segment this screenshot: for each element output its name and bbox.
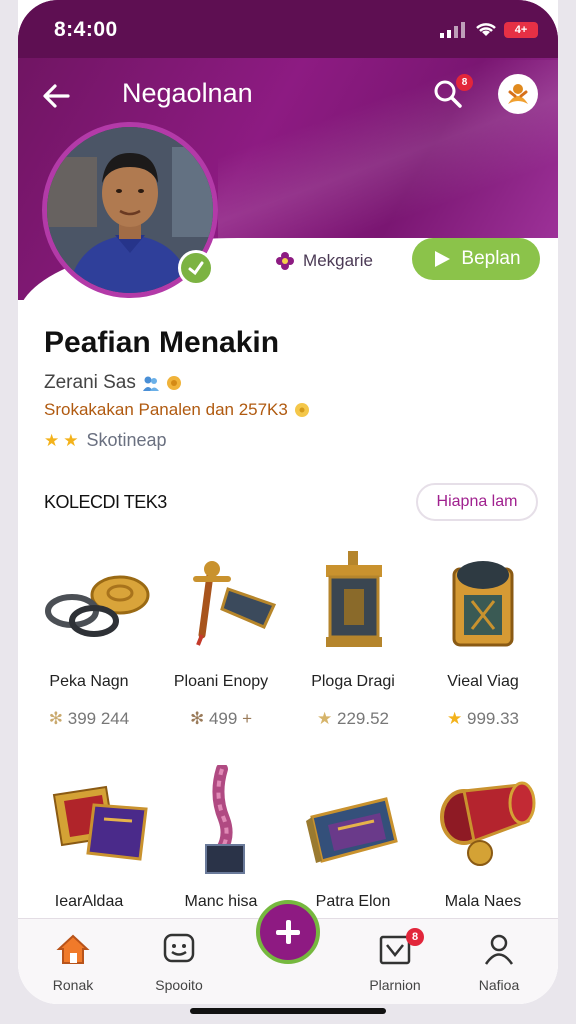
see-all-button[interactable]: Hiapna lam — [416, 483, 538, 521]
mascot-icon — [508, 84, 528, 104]
notification-badge: 8 — [456, 74, 473, 91]
trophy-icon — [205, 765, 245, 874]
profile-icon — [484, 934, 514, 965]
item-name: Ploani Enopy — [173, 673, 269, 690]
member-chip[interactable]: Mekgarie — [254, 242, 394, 280]
nav-item-label: Ronak — [52, 977, 94, 993]
item-name: Mala Naes — [444, 893, 522, 910]
back-arrow-icon[interactable] — [40, 80, 72, 112]
item-name: Vieal Viag — [447, 673, 519, 690]
profile-tagline-text: Srokakakan Panalen dan 257K3 — [44, 400, 288, 419]
item-price-value: 229.52 — [336, 709, 389, 728]
item-price: ★ 999.33 — [418, 709, 548, 729]
sparkle-icon: + — [242, 709, 253, 728]
nav-item-home[interactable]: Ronak — [28, 931, 118, 997]
home-indicator — [190, 1008, 386, 1014]
goblet-icon — [440, 781, 536, 866]
member-chip-label: Mekgarie — [303, 251, 373, 270]
nav-item-shop[interactable]: Plarnion — [350, 931, 440, 997]
play-icon — [435, 251, 451, 267]
star-icon: ★ — [63, 430, 79, 450]
follow-button-label: Beplan — [461, 248, 521, 269]
box-icon — [306, 797, 398, 863]
profile-name: Peafian Menakin — [44, 326, 280, 359]
follow-button[interactable]: Beplan — [412, 238, 540, 280]
item-price-value: 499 — [208, 709, 238, 728]
nav-item-label: Spooito — [155, 977, 203, 993]
profile-subtitle-text: Zerani Sas — [44, 372, 136, 393]
item-price: ★ 229.52 — [288, 709, 418, 729]
flower-icon — [276, 252, 295, 270]
item-name: IearAldaa — [54, 893, 124, 910]
item-price: ✻ 399 244 — [24, 709, 154, 729]
phone-frame: 8:4:00 4+ Negaolnan 8 Mekgarie Beplan Pe… — [18, 0, 558, 1004]
item-name: Ploga Dragi — [311, 673, 395, 690]
nav-item-label: Nafioa — [478, 977, 520, 993]
cellular-signal-icon — [440, 22, 465, 38]
dagger-icon — [193, 561, 277, 646]
people-icon — [142, 376, 159, 391]
profile-subtitle: Zerani Sas — [44, 372, 182, 394]
collection-title: KOLECDI TEK3 — [44, 492, 167, 512]
verified-badge-icon — [178, 250, 214, 286]
profile-tagline: Srokakakan Panalen dan 257K3 — [44, 400, 310, 420]
nav-item-profile[interactable]: Nafioa — [454, 931, 544, 997]
shop-badge: 8 — [406, 928, 424, 946]
wifi-icon — [476, 23, 496, 36]
nav-item-label: Plarnion — [369, 977, 421, 993]
battery-icon: 4+ — [504, 22, 538, 38]
lantern-icon — [326, 551, 382, 647]
status-time: 8:4:00 — [54, 18, 118, 41]
rating-label: Skotineap — [86, 430, 167, 450]
chat-icon — [163, 933, 195, 963]
item-name: Peka Nagn — [49, 673, 129, 690]
item-price-value: 399 244 — [67, 709, 130, 728]
page-title: Negaolnan — [122, 78, 253, 108]
add-button[interactable] — [256, 900, 320, 964]
star-icon: ★ — [447, 709, 463, 728]
rings-icon — [45, 575, 150, 637]
user-avatar-button[interactable] — [498, 74, 538, 114]
rating-row: ★ ★ Skotineap — [44, 430, 167, 451]
star-icon: ★ — [44, 430, 60, 450]
home-icon — [56, 934, 90, 964]
emoji-icon — [294, 403, 309, 417]
status-bar: 8:4:00 4+ — [18, 0, 558, 58]
book-icon — [52, 785, 148, 861]
item-price: ✻ 499 + — [156, 709, 286, 729]
star-icon: ✻ — [189, 709, 205, 728]
item-price-value: 999.33 — [466, 709, 519, 728]
star-icon: ★ — [317, 709, 333, 728]
coin-icon — [166, 376, 181, 390]
star-icon: ✻ — [48, 709, 64, 728]
nav-item-chat[interactable]: Spooito — [134, 931, 224, 997]
chest-icon — [452, 561, 514, 647]
